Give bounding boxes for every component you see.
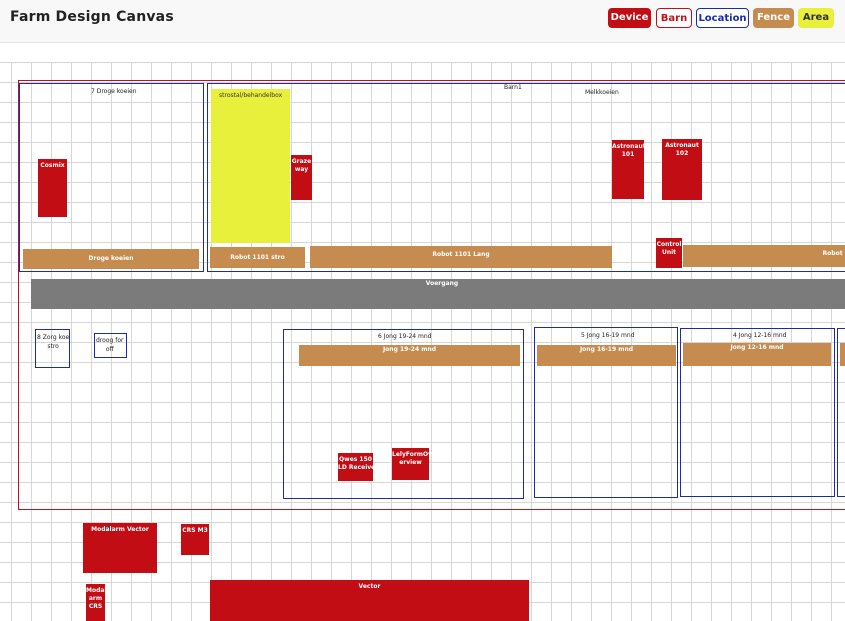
legend-device-button[interactable]: Device (608, 8, 651, 28)
device-crs-m3[interactable]: CRS M3 (181, 524, 209, 555)
location-jong-12-16-label: 4 Jong 12-16 mnd (733, 332, 787, 339)
location-jong-16-19-label: 5 Jong 16-19 mnd (581, 332, 635, 339)
area-strostal-label: strostal/behandelbox (219, 92, 283, 99)
device-cosmix[interactable]: Cosmix (38, 159, 67, 217)
device-astronaut-101[interactable]: Astronaut 101 (612, 140, 646, 199)
device-qwes-receiver[interactable]: Qwes 150 LD Receiver (338, 453, 378, 481)
legend-location-button[interactable]: Location (696, 8, 749, 28)
legend-fence-button[interactable]: Fence (753, 8, 794, 28)
fence-jong-16-19[interactable]: Jong 16-19 mnd (537, 345, 676, 366)
app-title: Farm Design Canvas (10, 9, 174, 25)
device-grazeway[interactable]: Graze way (291, 155, 312, 200)
device-vector[interactable]: Vector (210, 580, 529, 621)
design-canvas[interactable]: Barn1 7 Droge koeien Melkkoeien 8 Zorg k… (0, 62, 845, 621)
device-control-unit[interactable]: Control Unit (656, 238, 682, 268)
fence-robot-1101-stro[interactable]: Robot 1101 stro (210, 247, 305, 268)
device-astronaut-102[interactable]: Astronaut 102 (662, 139, 702, 200)
fence-jong-12-16[interactable]: Jong 12-16 mnd (683, 343, 831, 366)
area-strostal[interactable]: strostal/behandelbox (211, 89, 290, 243)
fence-droge-koeien[interactable]: Droge koeien (23, 249, 199, 269)
device-modalarm-vector[interactable]: Modalarm Vector (83, 523, 157, 573)
device-modalarm-crs[interactable]: Modal arm CRS (86, 584, 107, 621)
location-melkkoeien-label: Melkkoeien (585, 89, 619, 96)
location-droog-for-off-label: droog for off (96, 337, 124, 353)
fence-partial-right[interactable] (840, 343, 845, 366)
legend-barn-button[interactable]: Barn (656, 8, 692, 28)
fence-robot-right[interactable]: Robot 15 (683, 245, 845, 267)
device-lelyformoverview[interactable]: LelyFormOv erview (392, 448, 432, 480)
walkway-voergang[interactable]: Voergang (31, 279, 845, 309)
legend-area-button[interactable]: Area (798, 8, 834, 28)
fence-jong-19-24[interactable]: Jong 19-24 mnd (299, 345, 520, 366)
fence-robot-1101-lang[interactable]: Robot 1101 Lang (310, 246, 612, 268)
location-zorg-koe-label: 8 Zorg koe stro (37, 334, 70, 350)
location-jong-19-24-label: 6 Jong 19-24 mnd (378, 333, 432, 340)
location-droge-koeien-label: 7 Droge koeien (91, 88, 137, 95)
app-header: Farm Design Canvas Device Barn Location … (0, 0, 845, 43)
